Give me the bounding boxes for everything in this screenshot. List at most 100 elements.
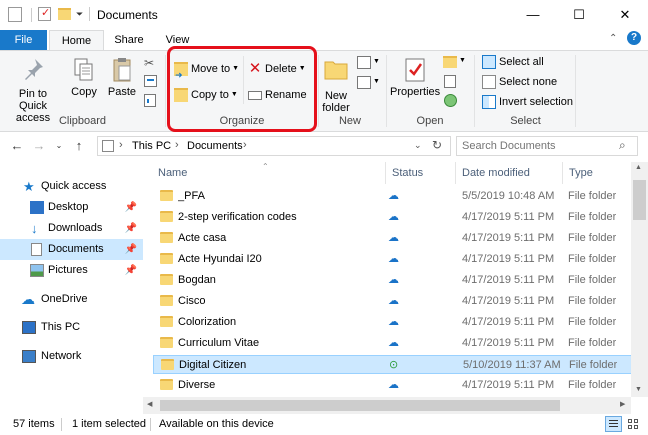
folder-icon [160,211,173,222]
pin-icon[interactable]: 📌 [125,197,137,218]
nav-onedrive[interactable]: ☁ OneDrive [0,289,143,310]
table-row[interactable]: Acte Hyundai I20 ☁ 4/17/2019 5:11 PM File f… [153,250,632,269]
table-row[interactable]: 2-step verification codes ☁ 4/17/2019 5:11… [153,208,632,227]
maximize-button[interactable]: ☐ [556,0,602,30]
chevron-down-icon[interactable]: ▼ [373,78,380,85]
recent-locations-chevron-icon[interactable]: ⌄ [50,137,68,155]
pin-icon[interactable]: 📌 [125,260,137,281]
pin-icon[interactable]: 📌 [125,218,137,239]
pictures-icon [30,264,44,277]
file-name: Cisco [178,295,206,307]
properties-quick-icon[interactable]: ✓ [38,7,51,21]
scroll-up-arrow-icon[interactable]: ▲ [635,164,642,171]
new-folder-button[interactable]: New folder [319,57,353,114]
minimize-button[interactable]: — [510,0,556,30]
table-row[interactable]: Acte casa ☁ 4/17/2019 5:11 PM File folder [153,229,632,248]
open-icon[interactable] [443,56,457,68]
large-icons-view-icon[interactable] [626,417,641,431]
status-item-count: 57 items [13,418,55,430]
title-separator [89,7,90,21]
paste-shortcut-icon[interactable] [144,94,156,107]
table-row[interactable]: Colorization ☁ 4/17/2019 5:11 PM File folde… [153,313,632,332]
nav-pictures[interactable]: Pictures 📌 [0,260,143,281]
group-separator [165,55,166,127]
available-check-icon: ⊙ [389,359,399,371]
search-icon[interactable]: ⌕ [619,138,626,153]
cloud-status-icon: ☁ [388,232,399,244]
chevron-down-icon[interactable]: ▼ [459,57,466,64]
history-icon[interactable] [444,94,457,107]
column-name-label: Name [158,167,188,179]
properties-button[interactable]: Properties [390,57,440,98]
chevron-down-icon[interactable]: ▼ [373,58,380,65]
table-row[interactable]: Curriculum Vitae ☁ 4/17/2019 5:11 PM File f… [153,334,632,353]
file-date: 4/17/2019 5:11 PM [462,295,555,307]
back-arrow-icon[interactable]: ← [8,137,26,155]
address-bar[interactable]: › This PC › Documents › ⌄ ↻ [97,136,451,156]
nav-documents[interactable]: Documents 📌 [0,239,143,260]
explorer-app-icon[interactable] [8,7,22,22]
edit-icon[interactable] [444,75,456,88]
folder-icon [160,316,173,327]
details-view-icon[interactable] [605,416,622,432]
column-header-date[interactable]: Date modified [456,162,563,184]
status-separator [61,418,62,431]
scroll-left-arrow-icon[interactable]: ◀ [147,400,152,408]
table-row[interactable]: Digital Citizen ⊙ 5/10/2019 11:37 AM File f… [153,355,632,374]
file-date: 4/17/2019 5:11 PM [462,211,555,223]
file-type: File folder [568,295,617,307]
address-dropdown-chevron-icon[interactable]: ⌄ [414,140,422,151]
select-none-button[interactable]: Select none [482,72,557,92]
nav-this-pc[interactable]: This PC [0,317,143,338]
breadcrumb-documents[interactable]: Documents [187,140,243,152]
new-item-icon[interactable] [357,56,371,69]
select-all-label: Select all [499,56,544,68]
table-row[interactable]: _PFA ☁ 5/5/2019 10:48 AM File folder [153,187,632,206]
pin-to-quick-access-button[interactable]: Pin to Quick access [4,57,62,124]
close-button[interactable]: ✕ [602,0,648,30]
column-header-status[interactable]: Status [386,162,456,184]
column-header-type[interactable]: Type [563,162,631,184]
nav-downloads[interactable]: ↓ Downloads 📌 [0,218,143,239]
copy-button[interactable]: Copy [67,57,101,98]
copy-label: Copy [71,86,97,98]
cut-icon[interactable]: ✂ [144,56,158,70]
collapse-ribbon-chevron-icon[interactable]: ⌃ [609,33,617,44]
refresh-icon[interactable]: ↻ [432,138,442,152]
select-all-button[interactable]: Select all [482,52,544,72]
new-folder-quick-icon[interactable] [58,8,71,20]
table-row[interactable]: Cisco ☁ 4/17/2019 5:11 PM File folder [153,292,632,311]
tab-home[interactable]: Home [49,30,104,51]
file-date: 4/17/2019 5:11 PM [462,379,555,391]
breadcrumb-this-pc[interactable]: This PC [132,140,171,152]
tab-file[interactable]: File [0,30,47,51]
nav-desktop[interactable]: Desktop 📌 [0,197,143,218]
paste-label: Paste [107,86,137,98]
invert-selection-button[interactable]: Invert selection [482,92,573,112]
cloud-status-icon: ☁ [388,274,399,286]
nav-network[interactable]: Network [0,346,143,367]
table-row[interactable]: Bogdan ☁ 4/17/2019 5:11 PM File folder [153,271,632,290]
nav-quick-access[interactable]: ★ Quick access [0,176,143,197]
search-box[interactable]: ⌕ [456,136,638,156]
easy-access-icon[interactable] [357,76,371,89]
cloud-status-icon: ☁ [388,379,399,391]
file-date: 4/17/2019 5:11 PM [462,337,555,349]
pin-icon[interactable]: 📌 [125,239,137,260]
forward-arrow-icon[interactable]: → [30,137,48,155]
up-arrow-icon[interactable]: ↑ [70,137,88,155]
customize-quick-access-chevron-icon[interactable]: ⏷ [76,9,83,20]
vertical-scroll-thumb[interactable] [633,180,646,220]
table-row[interactable]: Diverse ☁ 4/17/2019 5:11 PM File folder [153,376,632,395]
column-header-name[interactable]: Name ⌃ [152,162,386,184]
copy-path-icon[interactable] [144,75,157,87]
search-input[interactable] [462,139,612,153]
scroll-right-arrow-icon[interactable]: ▶ [620,400,625,408]
group-separator [474,55,475,127]
select-all-icon [482,55,496,70]
paste-button[interactable]: Paste [106,57,138,98]
help-icon[interactable]: ? [627,31,641,45]
scroll-down-arrow-icon[interactable]: ▼ [635,386,642,393]
tab-share[interactable]: Share [104,30,154,51]
horizontal-scroll-thumb[interactable] [160,400,560,411]
